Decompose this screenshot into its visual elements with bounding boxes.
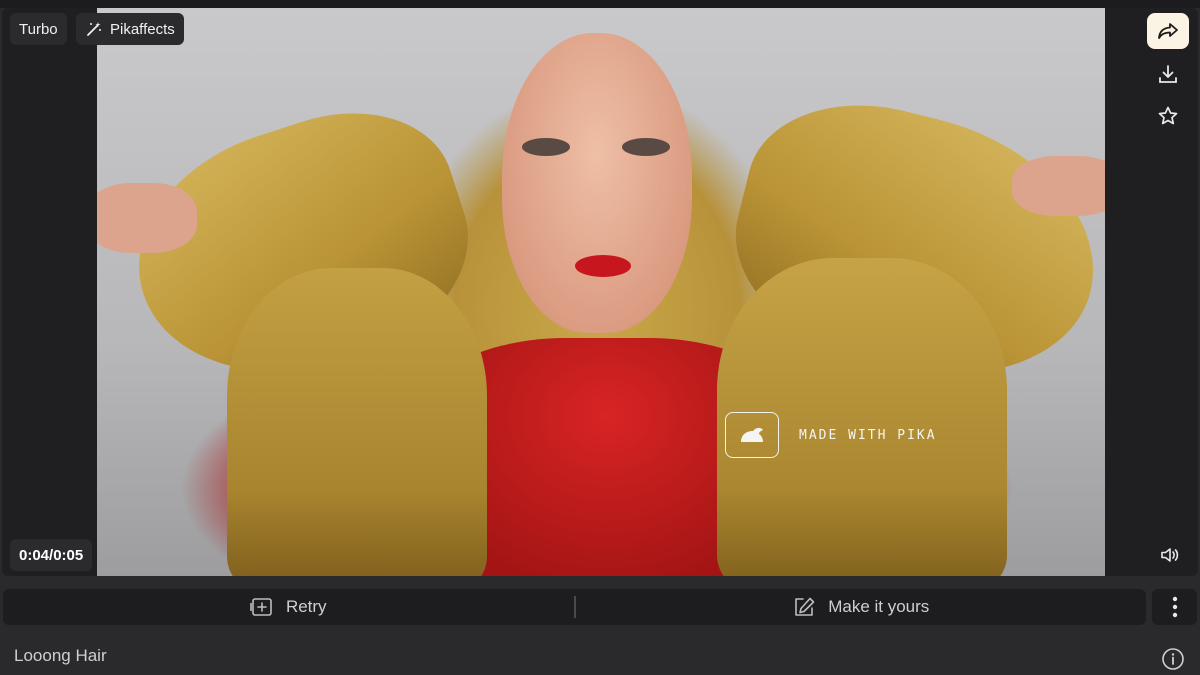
hair-bottom-left bbox=[227, 268, 487, 576]
more-vertical-icon bbox=[1172, 596, 1178, 618]
pikaffects-badge[interactable]: Pikaffects bbox=[76, 13, 184, 45]
download-icon bbox=[1157, 63, 1179, 85]
more-options-button[interactable] bbox=[1152, 589, 1197, 625]
left-eye bbox=[522, 138, 570, 156]
retry-button[interactable]: Retry bbox=[3, 589, 574, 625]
turbo-badge[interactable]: Turbo bbox=[10, 13, 67, 45]
lips bbox=[575, 255, 631, 277]
left-hand bbox=[97, 183, 197, 253]
info-button[interactable] bbox=[1160, 646, 1186, 672]
share-button[interactable] bbox=[1147, 13, 1189, 49]
prompt-text: Looong Hair bbox=[14, 646, 107, 665]
download-button[interactable] bbox=[1147, 56, 1189, 92]
volume-button[interactable] bbox=[1152, 541, 1188, 569]
turbo-label: Turbo bbox=[19, 20, 58, 38]
star-icon bbox=[1157, 105, 1179, 127]
video-player[interactable]: Turbo Pikaffects MADE WITH PIKA 0:04/0:0… bbox=[2, 8, 1198, 576]
right-hand bbox=[1012, 156, 1105, 216]
action-bar: Retry Make it yours bbox=[3, 589, 1146, 625]
face bbox=[502, 33, 692, 333]
right-eye bbox=[622, 138, 670, 156]
pika-logo-icon bbox=[725, 412, 779, 458]
make-it-yours-label: Make it yours bbox=[828, 597, 930, 616]
magic-wand-icon bbox=[85, 20, 103, 38]
edit-icon bbox=[792, 596, 816, 618]
info-icon bbox=[1161, 647, 1185, 671]
video-time: 0:04/0:05 bbox=[10, 539, 93, 571]
video-frame[interactable] bbox=[97, 8, 1105, 576]
make-it-yours-button[interactable]: Make it yours bbox=[576, 589, 1147, 625]
favorite-button[interactable] bbox=[1147, 98, 1189, 134]
watermark-text: MADE WITH PIKA bbox=[799, 427, 937, 443]
top-strip bbox=[0, 0, 1200, 8]
speaker-icon bbox=[1159, 546, 1181, 564]
retry-icon bbox=[250, 596, 274, 618]
share-arrow-icon bbox=[1156, 21, 1180, 41]
watermark: MADE WITH PIKA bbox=[725, 412, 937, 458]
pikaffects-label: Pikaffects bbox=[110, 20, 175, 38]
retry-label: Retry bbox=[285, 597, 327, 616]
